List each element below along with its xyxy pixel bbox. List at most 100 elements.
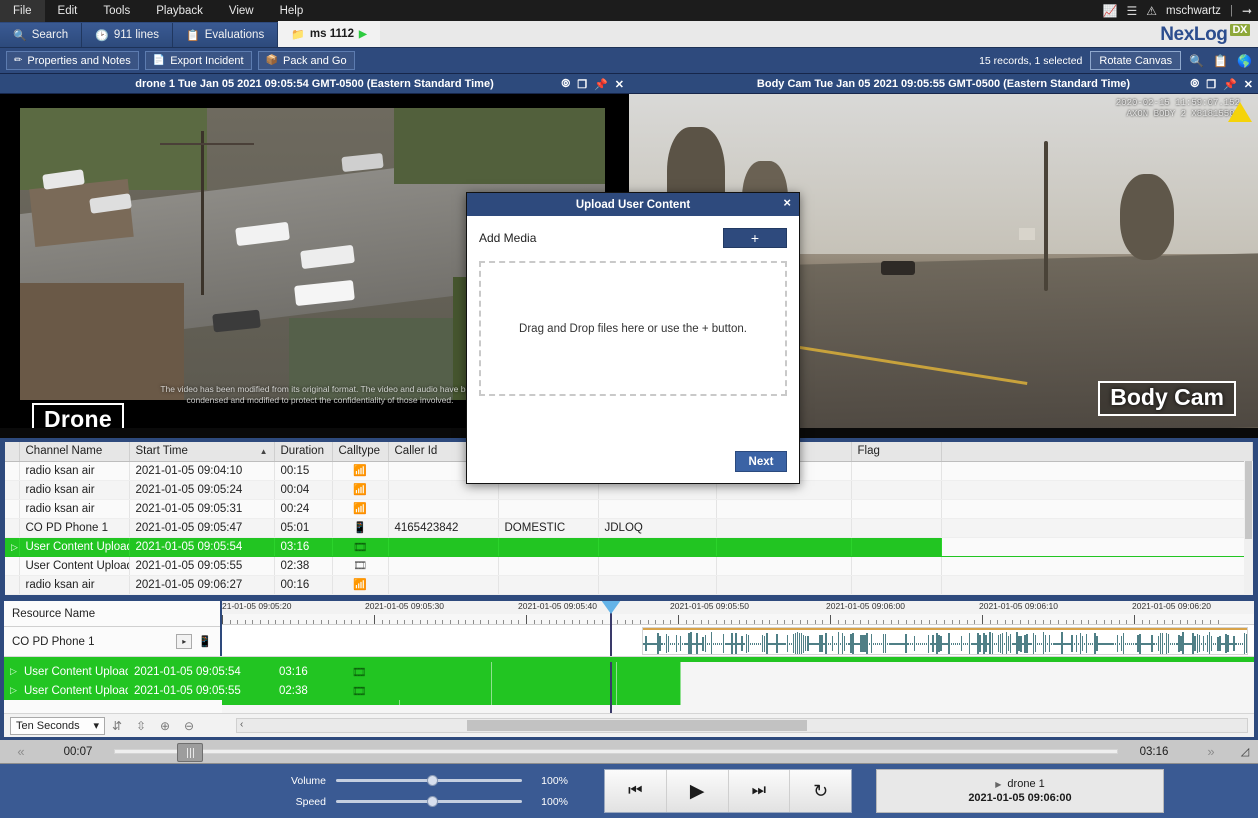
column-channel-name[interactable]: Channel Name	[19, 442, 129, 461]
close-icon[interactable]: ×	[783, 195, 791, 210]
expand-triangle-icon[interactable]: ▷	[4, 685, 18, 696]
file-dropzone[interactable]: Drag and Drop files here or use the + bu…	[479, 261, 787, 396]
timeline-row-user-content-1[interactable]: ▷ User Content Uploads 2021-01-05 09:05:…	[4, 662, 404, 681]
menu-item-view[interactable]: View	[216, 0, 267, 22]
timeline-ruler[interactable]: 21-01-05 09:05:20 2021-01-05 09:05:30 20…	[222, 601, 1254, 656]
table-row[interactable]: radio ksan air 2021-01-05 09:05:31 00:24…	[5, 499, 1253, 518]
skip-back-button[interactable]: ⏮	[605, 770, 667, 812]
previous-record-button[interactable]: «	[0, 744, 42, 759]
row-expander[interactable]	[5, 480, 19, 499]
tab-ms-1112[interactable]: 📁 ms 1112 ▶	[278, 21, 380, 47]
timeline-segment[interactable]	[492, 662, 617, 705]
next-record-button[interactable]: »	[1190, 744, 1232, 759]
chart-icon[interactable]: 📈	[1103, 5, 1118, 17]
pin-icon[interactable]: 📌	[594, 78, 608, 91]
ruler-label-0: 21-01-05 09:05:20	[222, 601, 291, 611]
rotate-canvas-button[interactable]: Rotate Canvas	[1090, 51, 1181, 70]
tab-search[interactable]: 🔍 Search	[0, 23, 82, 47]
video-panel-bodycam-header: Body Cam Tue Jan 05 2021 09:05:55 GMT-05…	[629, 74, 1258, 94]
info-icon[interactable]: ⦾	[561, 78, 570, 91]
restore-icon[interactable]: ❐	[1206, 78, 1216, 91]
timeline-row-user-content-2[interactable]: ▷ User Content Uploads 2021-01-05 09:05:…	[4, 681, 404, 700]
tab-search-label: Search	[32, 29, 68, 41]
next-button[interactable]: Next	[735, 451, 787, 472]
expand-icon[interactable]: ◿	[1232, 745, 1258, 758]
tab-evaluations[interactable]: 📋 Evaluations	[173, 23, 278, 47]
add-media-button[interactable]: +	[723, 228, 787, 248]
collapse-icon[interactable]: ⇳	[129, 719, 153, 733]
restore-icon[interactable]: ❐	[577, 78, 587, 91]
zoom-out-icon[interactable]: ⊖	[177, 719, 201, 733]
close-icon[interactable]: ✕	[615, 78, 624, 91]
menu-item-help[interactable]: Help	[267, 0, 317, 22]
cell-channel-name: User Content Uploads	[19, 556, 129, 575]
expand-triangle-icon[interactable]: ▷	[4, 666, 18, 677]
timeline-playhead[interactable]	[610, 601, 612, 656]
warning-icon[interactable]: ⚠	[1146, 5, 1157, 17]
play-button[interactable]: ▶	[667, 770, 729, 812]
volume-slider[interactable]	[336, 779, 522, 782]
seek-track[interactable]	[114, 749, 1118, 754]
table-row[interactable]: CO PD Phone 1 2021-01-05 09:05:47 05:01 …	[5, 518, 1253, 537]
info-icon[interactable]: ⦾	[1190, 78, 1199, 91]
tab-911-lines[interactable]: 🕑 911 lines	[82, 23, 173, 47]
pin-icon[interactable]: 📌	[1223, 78, 1237, 91]
table-row[interactable]: ▷ User Content Uploads 2021-01-05 09:05:…	[5, 537, 1253, 556]
row-expander[interactable]	[5, 575, 19, 594]
scrollbar-thumb[interactable]	[1245, 461, 1252, 539]
cell-extra-1	[498, 575, 598, 594]
row-height-icon[interactable]: ⇵	[105, 719, 129, 733]
row-expander[interactable]	[5, 461, 19, 480]
pack-and-go-button[interactable]: 📦 Pack and Go	[258, 51, 355, 70]
resource-row-co-pd-phone-1[interactable]: CO PD Phone 1 ▸ 📱	[4, 627, 220, 656]
column-start-time[interactable]: Start Time ▲	[129, 442, 274, 461]
menu-item-edit[interactable]: Edit	[45, 0, 91, 22]
cell-extra-1	[498, 537, 598, 556]
column-flag[interactable]: Flag	[851, 442, 941, 461]
skip-forward-button[interactable]: ⏭	[729, 770, 791, 812]
search-icon[interactable]: 🔍	[1189, 54, 1204, 68]
menu-item-file[interactable]: File	[0, 0, 45, 22]
timeline-segment[interactable]	[617, 662, 681, 705]
tab-ms-1112-label: ms 1112	[310, 28, 354, 40]
table-row[interactable]: User Content Uploads 2021-01-05 09:05:55…	[5, 556, 1253, 575]
table-row[interactable]: radio ksan air 2021-01-05 09:06:27 00:16…	[5, 575, 1253, 594]
row-expander[interactable]	[5, 518, 19, 537]
properties-and-notes-button[interactable]: ✏ Properties and Notes	[6, 51, 139, 70]
timeline-row-start: 2021-01-05 09:05:55	[128, 685, 273, 697]
seek-thumb[interactable]	[177, 743, 203, 762]
list-icon[interactable]: ☰	[1126, 5, 1137, 17]
audio-waveform[interactable]	[642, 627, 1248, 655]
timeline-horizontal-scrollbar[interactable]: ‹	[236, 718, 1248, 733]
row-expander[interactable]: ▷	[5, 537, 19, 556]
scrollbar-thumb[interactable]	[467, 720, 807, 731]
phone-icon: 📱	[198, 635, 212, 648]
column-duration[interactable]: Duration	[274, 442, 332, 461]
timeline-zoom-select[interactable]: Ten Seconds ▾	[10, 717, 105, 735]
table-vertical-scrollbar[interactable]	[1244, 461, 1253, 595]
loop-button[interactable]: ↻	[790, 770, 851, 812]
waveform-bars	[643, 631, 1247, 655]
logout-icon[interactable]: ➞	[1242, 5, 1252, 17]
resource-expand-button[interactable]: ▸	[176, 634, 192, 649]
speed-slider[interactable]	[336, 800, 522, 803]
globe-icon[interactable]: 🌎	[1237, 54, 1252, 68]
zoom-in-icon[interactable]: ⊕	[153, 719, 177, 733]
timeline-segment[interactable]	[400, 662, 492, 705]
timeline-waveform-track[interactable]	[222, 625, 1254, 656]
cell-start-time: 2021-01-05 09:05:54	[129, 537, 274, 556]
row-expander[interactable]	[5, 499, 19, 518]
clipboard-icon[interactable]: 📋	[1213, 54, 1228, 68]
seek-bar[interactable]: « 00:07 03:16 » ◿	[0, 740, 1258, 764]
export-incident-button[interactable]: 📄 Export Incident	[145, 51, 252, 70]
volume-slider-thumb[interactable]	[427, 775, 438, 786]
scroll-left-arrow[interactable]: ‹	[240, 719, 243, 730]
now-playing-panel[interactable]: ▶ drone 1 2021-01-05 09:06:00	[876, 769, 1164, 813]
menu-item-tools[interactable]: Tools	[90, 0, 143, 22]
row-expander[interactable]	[5, 556, 19, 575]
menu-item-playback[interactable]: Playback	[143, 0, 216, 22]
close-icon[interactable]: ✕	[1244, 78, 1253, 91]
speed-slider-thumb[interactable]	[427, 796, 438, 807]
column-calltype[interactable]: Calltype	[332, 442, 388, 461]
clock-icon: 🕑	[95, 29, 109, 42]
